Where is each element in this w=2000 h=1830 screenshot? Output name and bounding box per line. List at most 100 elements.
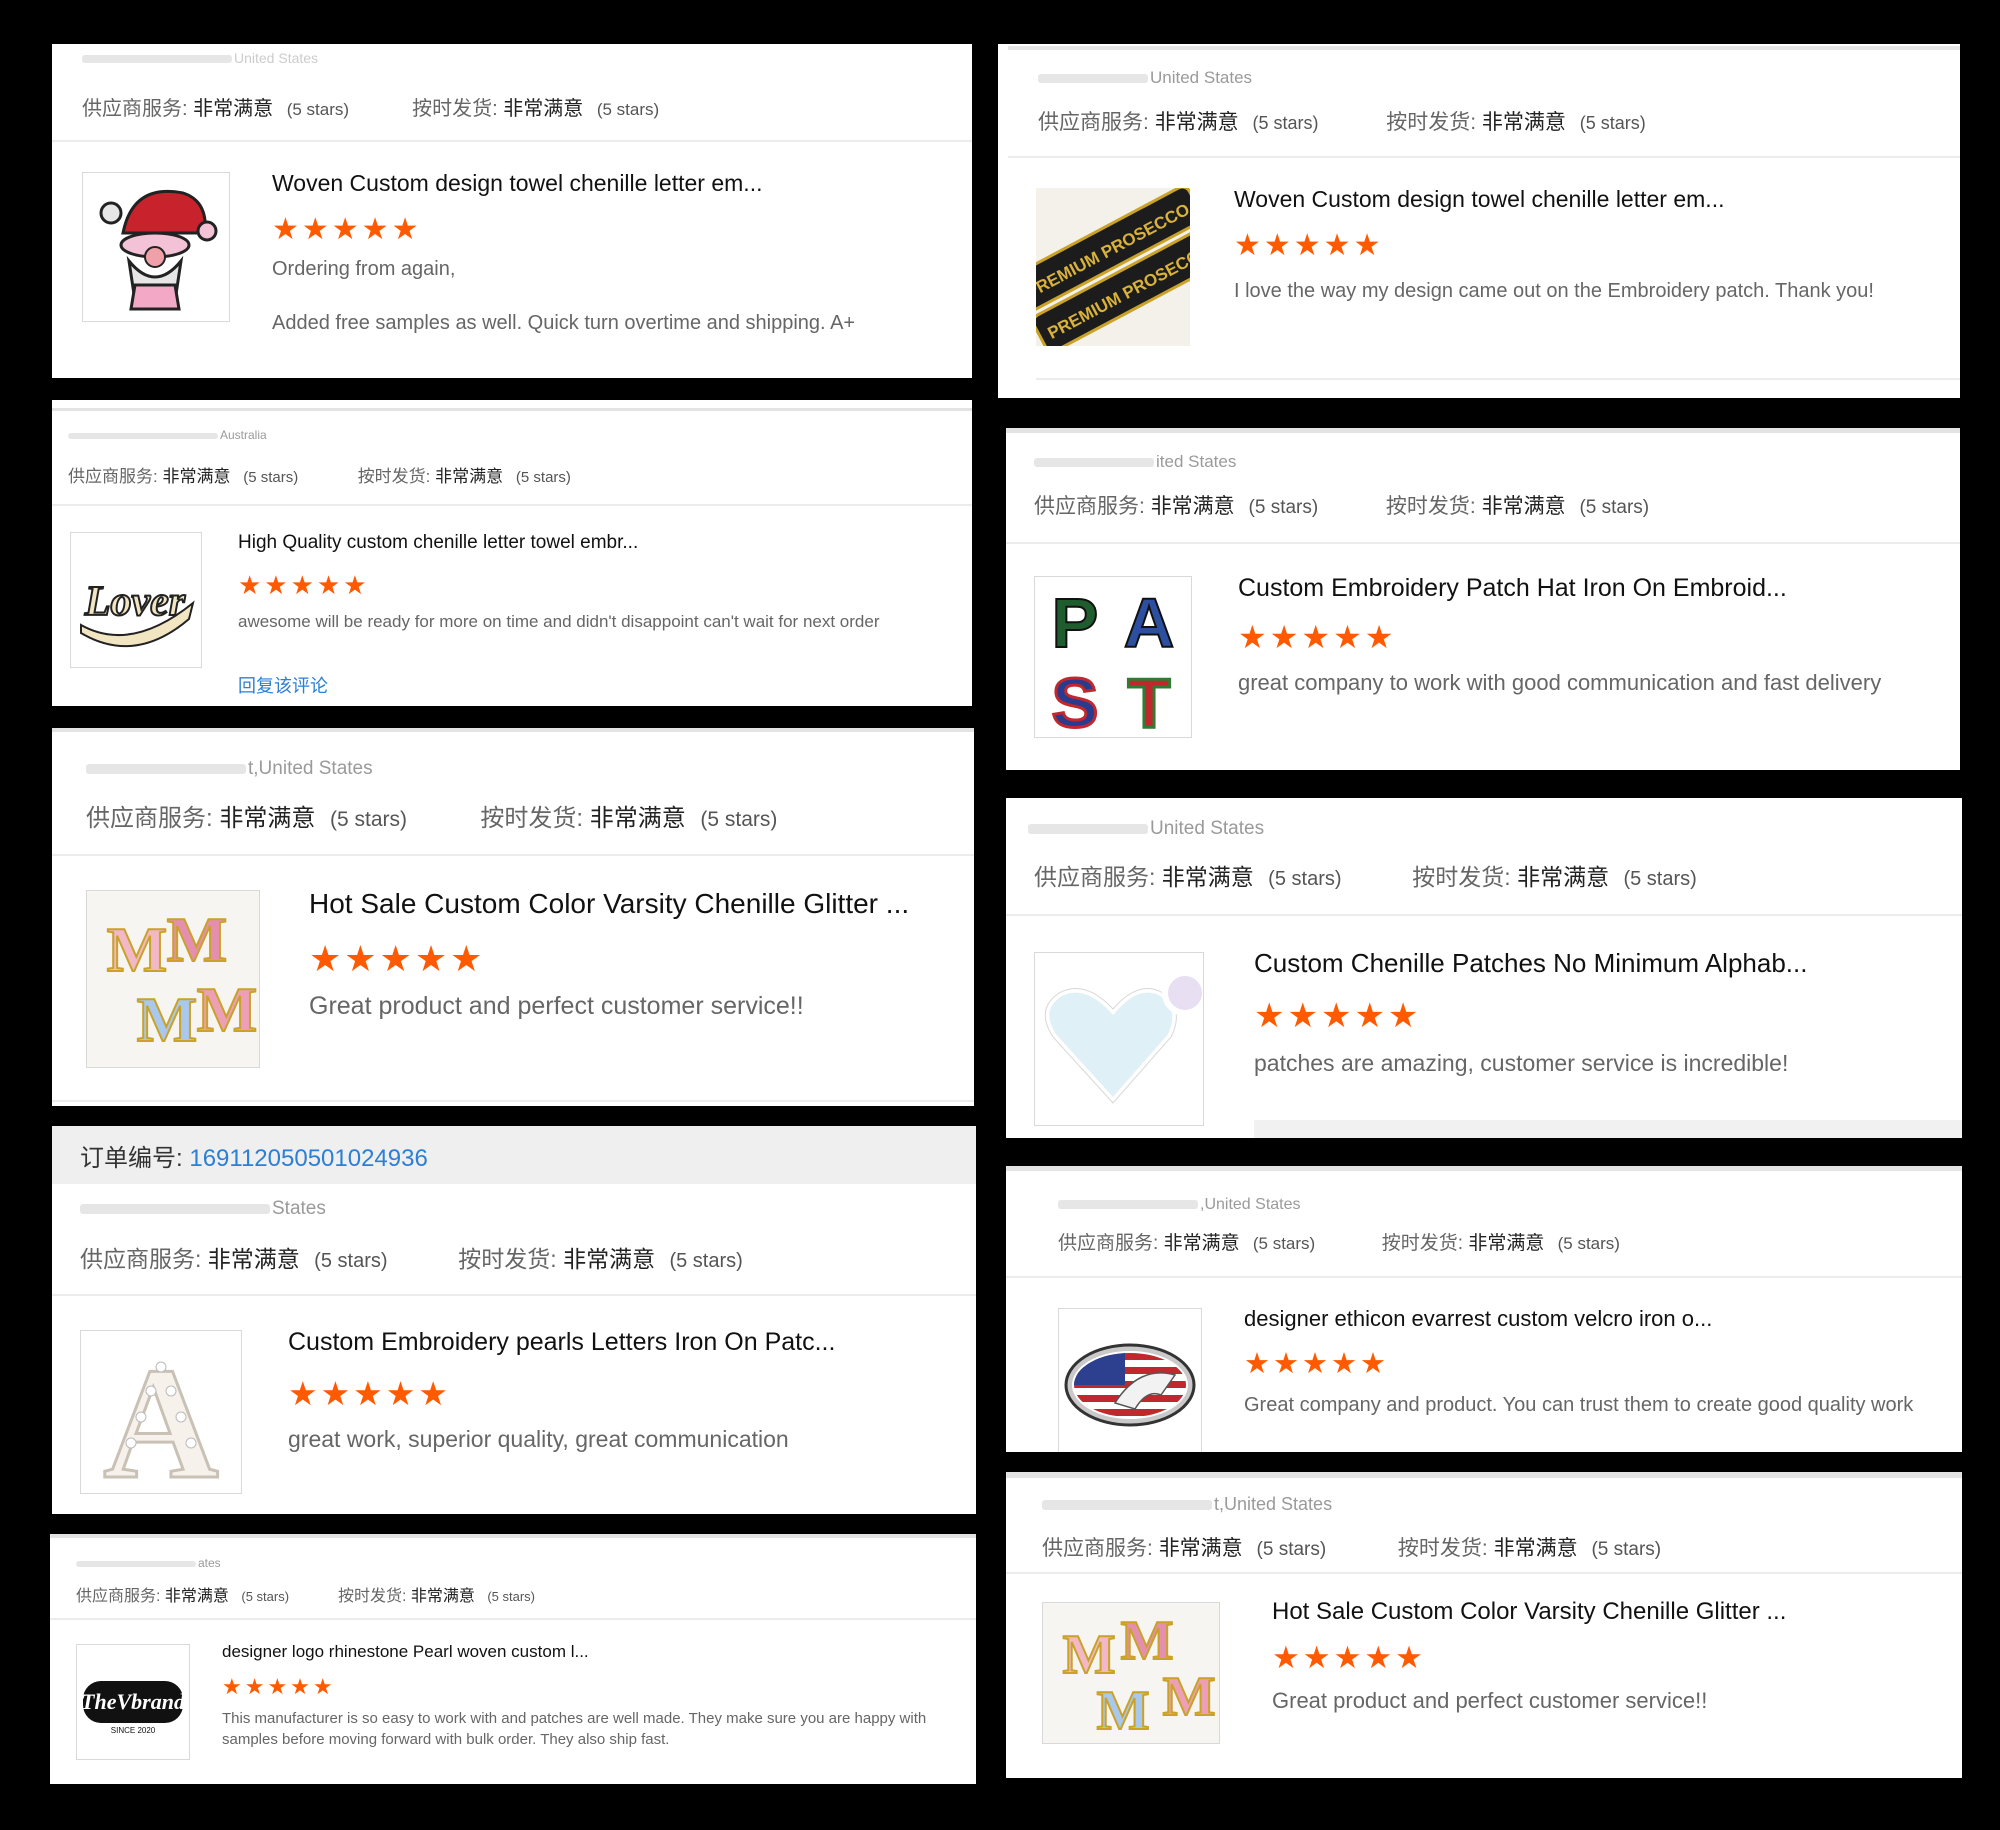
supplier-service-label: 供应商服务: <box>68 467 158 486</box>
star-rating: ★★★★★ <box>1272 1640 1426 1675</box>
supplier-service-value: 非常满意 <box>1150 495 1235 518</box>
product-title[interactable]: designer logo rhinestone Pearl woven cus… <box>222 1642 589 1662</box>
supplier-service-value: 非常满意 <box>219 805 316 832</box>
on-time-shipping-stars: (5 stars) <box>1579 113 1646 133</box>
review-text: great company to work with good communic… <box>1238 670 1882 695</box>
patch-letter-t: T <box>1128 664 1171 737</box>
divider <box>52 728 974 732</box>
supplier-service-stars: (5 stars) <box>1268 868 1342 890</box>
review-card: t,United States 供应商服务: 非常满意 (5 stars) 按时… <box>52 728 974 1106</box>
on-time-shipping-value: 非常满意 <box>1468 1233 1545 1254</box>
product-thumbnail[interactable]: P A S T <box>1034 576 1192 738</box>
on-time-shipping-stars: (5 stars) <box>487 1589 535 1604</box>
order-number-link[interactable]: 169112050501024936 <box>189 1145 427 1172</box>
the-vbrand-logo-icon: TheVbrand SINCE 2020 <box>81 1681 186 1735</box>
supplier-service-value: 非常满意 <box>1161 864 1254 890</box>
review-text: Great product and perfect customer servi… <box>309 992 804 1020</box>
patch-sublettering: SINCE 2020 <box>111 1726 156 1735</box>
reviewer-name: t,United States <box>1042 1494 1332 1515</box>
divider <box>52 140 972 142</box>
review-text: patches are amazing, customer service is… <box>1254 1050 1789 1076</box>
supplier-service-value: 非常满意 <box>164 1588 229 1605</box>
patch-letter-a: A <box>1124 584 1175 662</box>
reviewer-name: United States <box>82 50 318 66</box>
reviewer-name: ates <box>76 1556 221 1570</box>
product-title[interactable]: High Quality custom chenille letter towe… <box>238 532 638 554</box>
star-rating: ★★★★★ <box>222 1674 336 1699</box>
star-rating: ★★★★★ <box>1234 229 1384 262</box>
reviewer-name: ited States <box>1034 452 1236 472</box>
patch-letter-s: S <box>1052 664 1099 737</box>
product-thumbnail[interactable] <box>82 172 230 322</box>
on-time-shipping-value: 非常满意 <box>503 98 584 120</box>
review-card: United States 供应商服务: 非常满意 (5 stars) 按时发货… <box>998 44 1960 398</box>
product-title[interactable]: Woven Custom design towel chenille lette… <box>1234 186 1724 213</box>
product-title[interactable]: Woven Custom design towel chenille lette… <box>272 170 762 197</box>
order-number-label: 订单编号: <box>80 1145 183 1172</box>
divider <box>52 1294 976 1296</box>
rating-summary: 供应商服务: 非常满意 (5 stars) 按时发货: 非常满意 (5 star… <box>1038 106 1646 136</box>
product-title[interactable]: designer ethicon evarrest custom velcro … <box>1244 1306 1712 1332</box>
order-number-bar: 订单编号: 169112050501024936 <box>52 1126 976 1184</box>
mm-chenille-letters-icon: M M M M <box>1043 1603 1219 1743</box>
product-thumbnail[interactable]: PREMIUM PROSECCO PREMIUM PROSECCO <box>1036 188 1190 346</box>
product-thumbnail[interactable]: TheVbrand SINCE 2020 <box>76 1644 190 1760</box>
divider <box>50 1534 976 1538</box>
on-time-shipping-value: 非常满意 <box>410 1588 475 1605</box>
on-time-shipping-label: 按时发货: <box>458 1246 557 1272</box>
review-card: ates 供应商服务: 非常满意 (5 stars) 按时发货: 非常满意 (5… <box>50 1534 976 1784</box>
on-time-shipping-label: 按时发货: <box>1397 1537 1488 1560</box>
supplier-service-stars: (5 stars) <box>330 808 408 831</box>
pearl-letter-a-icon: A <box>102 1333 221 1494</box>
review-card: t,United States 供应商服务: 非常满意 (5 stars) 按时… <box>1006 1472 1962 1778</box>
star-rating: ★★★★★ <box>288 1375 451 1412</box>
product-title[interactable]: Hot Sale Custom Color Varsity Chenille G… <box>1272 1598 1786 1626</box>
supplier-service-label: 供应商服务: <box>76 1588 161 1605</box>
star-rating: ★★★★★ <box>1254 997 1422 1035</box>
rating-summary: 供应商服务: 非常满意 (5 stars) 按时发货: 非常满意 (5 star… <box>76 1582 535 1606</box>
supplier-service-stars: (5 stars) <box>1252 1234 1316 1253</box>
on-time-shipping-stars: (5 stars) <box>1623 868 1697 890</box>
reply-link[interactable]: 回复该评论 <box>238 672 328 698</box>
reviewer-name: Australia <box>68 428 267 442</box>
patch-letter-m: M <box>137 984 197 1055</box>
supplier-service-value: 非常满意 <box>1158 1537 1243 1560</box>
product-thumbnail[interactable]: Lover <box>70 532 202 668</box>
product-title[interactable]: Custom Embroidery Patch Hat Iron On Embr… <box>1238 574 1787 603</box>
supplier-service-label: 供应商服务: <box>1038 111 1149 134</box>
supplier-service-label: 供应商服务: <box>82 98 188 120</box>
rating-summary: 供应商服务: 非常满意 (5 stars) 按时发货: 非常满意 (5 star… <box>1034 490 1649 520</box>
product-thumbnail[interactable] <box>1058 1308 1202 1452</box>
on-time-shipping-label: 按时发货: <box>357 467 431 486</box>
review-text: Great company and product. You can trust… <box>1244 1394 1914 1416</box>
on-time-shipping-label: 按时发货: <box>1381 1233 1464 1254</box>
product-title[interactable]: Custom Chenille Patches No Minimum Alpha… <box>1254 948 1807 979</box>
review-text: great work, superior quality, great comm… <box>288 1426 789 1452</box>
on-time-shipping-value: 非常满意 <box>589 805 686 832</box>
rating-summary: 供应商服务: 非常满意 (5 stars) 按时发货: 非常满意 (5 star… <box>1058 1228 1620 1255</box>
patch-lettering: TheVbrand <box>81 1689 186 1714</box>
patch-letter-m: M <box>1121 1610 1174 1672</box>
supplier-service-label: 供应商服务: <box>1042 1537 1153 1560</box>
review-card: States 供应商服务: 非常满意 (5 stars) 按时发货: 非常满意 … <box>52 1184 976 1514</box>
divider <box>1008 156 1960 158</box>
product-title[interactable]: Hot Sale Custom Color Varsity Chenille G… <box>309 888 909 920</box>
on-time-shipping-stars: (5 stars) <box>596 100 660 119</box>
patch-letter-p: P <box>1052 584 1099 662</box>
product-title[interactable]: Custom Embroidery pearls Letters Iron On… <box>288 1328 835 1357</box>
reviewer-name: ,United States <box>1058 1196 1301 1214</box>
patch-lettering: Lover <box>84 579 186 625</box>
supplier-service-stars: (5 stars) <box>1256 1539 1327 1560</box>
product-thumbnail[interactable]: A <box>80 1330 242 1494</box>
on-time-shipping-label: 按时发货: <box>337 1588 407 1605</box>
patch-letter-m: M <box>1097 1680 1150 1742</box>
supplier-service-stars: (5 stars) <box>1248 497 1319 518</box>
rating-summary: 供应商服务: 非常满意 (5 stars) 按时发货: 非常满意 (5 star… <box>86 798 777 833</box>
rating-summary: 供应商服务: 非常满意 (5 stars) 按时发货: 非常满意 (5 star… <box>1034 858 1697 892</box>
product-thumbnail[interactable]: M M M M <box>86 890 260 1068</box>
product-thumbnail[interactable]: M M M M <box>1042 1602 1220 1744</box>
star-rating: ★★★★★ <box>309 938 486 979</box>
product-thumbnail[interactable] <box>1034 952 1204 1126</box>
reviewer-name: States <box>80 1198 326 1220</box>
divider <box>52 854 974 856</box>
